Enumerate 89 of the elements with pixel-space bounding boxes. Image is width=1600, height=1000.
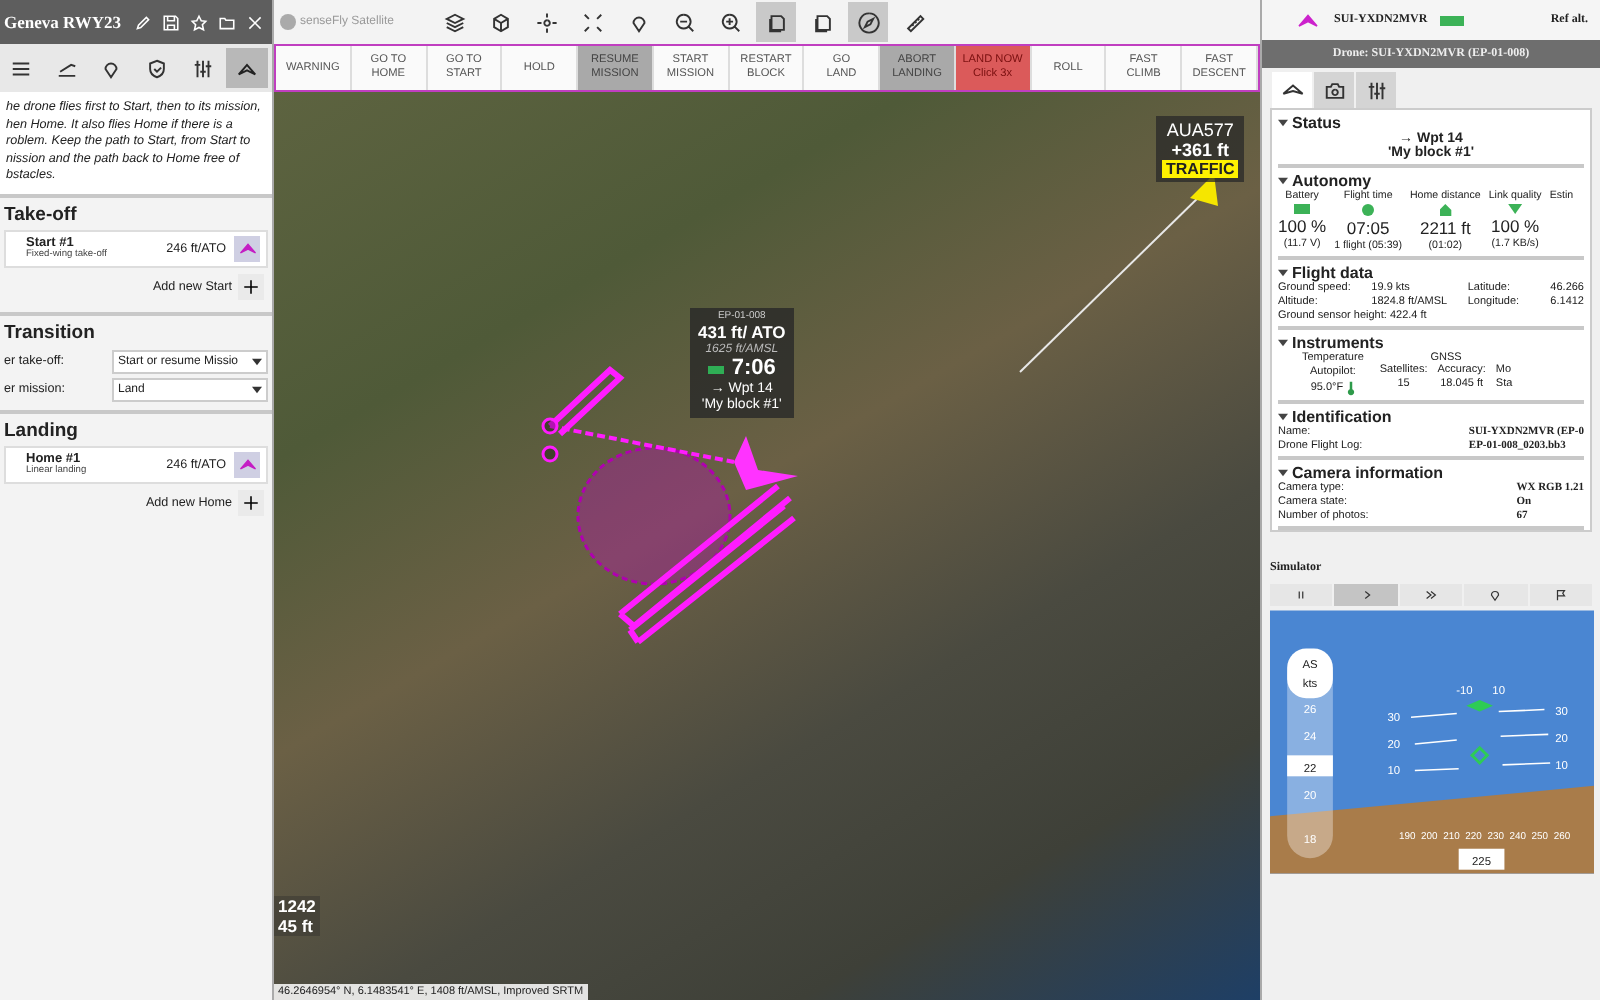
shield-icon (145, 57, 168, 79)
star-icon[interactable] (190, 13, 208, 31)
flag-icon (1553, 588, 1568, 602)
traffic-altitude: +361 ft (1171, 140, 1229, 160)
collapse-arrow-icon[interactable] (1278, 268, 1288, 278)
map-pin-icon (100, 57, 123, 79)
map-tool-button[interactable] (756, 2, 796, 42)
scale-text: 45 ft (278, 916, 315, 936)
collapse-arrow-icon[interactable] (1278, 468, 1288, 478)
drone-plane-icon (734, 436, 798, 490)
zoom-out-icon (673, 11, 695, 33)
scale-text: 1242 (278, 896, 316, 916)
collapse-arrow-icon[interactable] (1278, 176, 1288, 186)
speed-readout-box (1287, 755, 1333, 777)
panel-tab[interactable] (1356, 72, 1396, 108)
sliders-icon (1365, 79, 1387, 101)
mission-title: Geneva RWY23 (4, 12, 123, 32)
waypoint-button[interactable] (234, 235, 260, 261)
plus-icon (242, 277, 260, 295)
autonomy-value: 100 % (1491, 216, 1540, 236)
fast-forward-icon (1424, 588, 1439, 602)
ruler-icon (903, 11, 925, 33)
save-icon[interactable] (162, 13, 180, 31)
section-heading: Take-off (4, 203, 79, 225)
map-pin-icon (627, 11, 649, 33)
section-heading: Autonomy (1292, 172, 1372, 190)
autonomy-value: 2211 ft (1419, 218, 1471, 238)
pitch-line (1501, 762, 1551, 766)
document-stack-icon (765, 11, 787, 33)
pencil-icon[interactable] (134, 13, 152, 31)
folder-icon[interactable] (218, 13, 236, 31)
add-button[interactable] (238, 489, 264, 515)
autonomy-value: 100 % (1278, 216, 1327, 236)
pitch-line (1414, 739, 1458, 745)
map-pin-icon (1488, 588, 1503, 602)
traffic-callsign: AUA577 (1166, 120, 1234, 140)
simulator-button[interactable] (1529, 584, 1593, 606)
panel-tab[interactable] (1314, 72, 1354, 108)
panel-tab[interactable] (226, 48, 269, 88)
panel-tab[interactable] (1272, 72, 1312, 108)
collapse-arrow-icon[interactable] (1278, 412, 1288, 422)
section-heading: Status (1292, 114, 1341, 132)
expand-arrows-icon (581, 11, 603, 33)
drone-altitude: 431 ft/ ATO (698, 323, 786, 343)
section-heading: Identification (1292, 408, 1392, 426)
crosshair-arrows-icon (535, 11, 557, 33)
pitch-line (1499, 733, 1549, 738)
battery-icon (1439, 15, 1464, 25)
pitch-line (1497, 708, 1546, 713)
traffic-tag: TRAFFIC (1162, 160, 1239, 178)
section-heading: Instruments (1292, 334, 1384, 352)
close-icon[interactable] (246, 13, 264, 31)
flight-path-marker-icon (1470, 745, 1490, 765)
pitch-line (1414, 767, 1460, 772)
add-button[interactable] (238, 273, 264, 299)
document-stack-icon (811, 11, 833, 33)
section-heading: Landing (4, 419, 80, 441)
aircraft-symbol-icon (1466, 700, 1493, 712)
collapse-arrow-icon[interactable] (1278, 338, 1288, 348)
map-tool-button[interactable] (848, 2, 888, 42)
section-heading: Flight data (1292, 264, 1373, 282)
pause-icon (1294, 588, 1309, 602)
drone-time: 7:06 (731, 356, 776, 382)
play-icon (1359, 588, 1374, 602)
section-heading: Transition (4, 321, 97, 343)
collapse-arrow-icon[interactable] (1278, 118, 1288, 128)
caret-icon (252, 385, 262, 393)
plus-icon (242, 493, 260, 511)
simulator-button[interactable] (1399, 584, 1463, 606)
thermometer-icon (1345, 380, 1356, 396)
autonomy-value: 07:05 (1346, 218, 1390, 238)
stopwatch-icon (1362, 204, 1375, 216)
camera-icon (1323, 79, 1345, 101)
zoom-in-icon (719, 11, 741, 33)
list-icon (9, 57, 32, 79)
chevron-icon (237, 238, 257, 258)
cube-icon (489, 11, 511, 33)
caret-icon (252, 357, 262, 365)
battery-icon (1294, 204, 1311, 214)
wifi-icon (1508, 204, 1523, 214)
section-heading: Camera information (1292, 464, 1444, 482)
sliders-icon (191, 57, 214, 79)
layers-icon (443, 11, 465, 33)
house-icon (1439, 204, 1452, 216)
pitch-line (1410, 712, 1458, 718)
chevron-icon (237, 454, 257, 474)
waypoint-button[interactable] (234, 451, 260, 477)
compass-icon (857, 11, 879, 33)
battery-icon (707, 365, 724, 374)
